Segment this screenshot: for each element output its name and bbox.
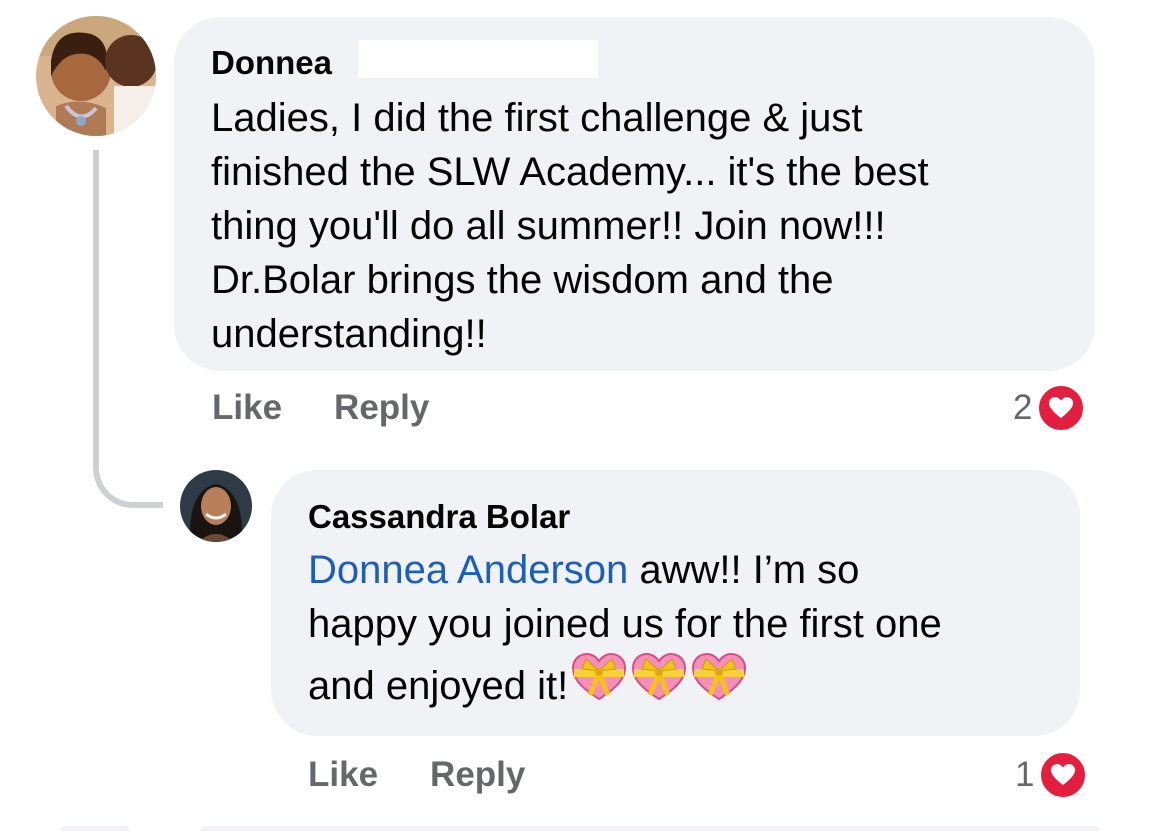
thread-connector-line — [93, 150, 163, 508]
reply-button[interactable]: Reply — [430, 755, 525, 795]
reaction-count: 1 — [1015, 755, 1035, 794]
avatar-photo — [180, 470, 252, 542]
heart-icon — [1036, 383, 1087, 433]
reply-text-line: Donnea Anderson aww!! I’m so — [308, 543, 1044, 597]
heart-icon — [1038, 750, 1089, 800]
comment-text-line: understanding!! — [211, 312, 487, 356]
reply-author-name[interactable]: Cassandra Bolar — [308, 497, 1044, 537]
reaction-summary[interactable]: 1 — [1015, 750, 1089, 800]
next-comment-bubble-edge — [200, 826, 1100, 831]
comment-text-line: thing you'll do all summer!! Join now!!! — [211, 204, 886, 248]
like-button[interactable]: Like — [308, 755, 378, 795]
heart-with-ribbon-emoji — [630, 651, 688, 725]
reply-text-segment: aww!! I’m so — [628, 548, 860, 592]
comment-text-line: Dr.Bolar brings the wisdom and the — [211, 258, 834, 302]
reply-bubble: Cassandra Bolar Donnea Anderson aww!! I’… — [271, 470, 1080, 736]
mention-link[interactable]: Donnea Anderson — [308, 548, 628, 592]
comment-bubble: Donnea Ladies, I did the first challenge… — [174, 17, 1095, 371]
reply-button[interactable]: Reply — [334, 388, 429, 428]
reply-text-line: happy you joined us for the first one — [308, 602, 942, 646]
replier-avatar[interactable] — [180, 470, 252, 542]
comment-text-line: finished the SLW Academy... it's the bes… — [211, 150, 929, 194]
comment-author-name[interactable]: Donnea — [211, 43, 1059, 83]
heart-with-ribbon-emoji — [570, 651, 628, 725]
comment-text: Ladies, I did the first challenge & just… — [211, 91, 1059, 361]
avatar-photo — [36, 16, 156, 136]
reaction-count: 2 — [1013, 388, 1033, 427]
reply-actions: Like Reply — [308, 755, 525, 795]
reply-text: Donnea Anderson aww!! I’m so happy you j… — [308, 543, 1044, 725]
redacted-name-block — [358, 40, 598, 78]
next-comment-avatar-edge — [60, 826, 130, 831]
commenter-avatar[interactable] — [36, 16, 156, 136]
reply-text-segment: and enjoyed it! — [308, 664, 569, 708]
comment-text-line: Ladies, I did the first challenge & just — [211, 96, 863, 140]
reply-text-line: and enjoyed it! — [308, 651, 1044, 725]
comment-actions: Like Reply — [212, 388, 429, 428]
like-button[interactable]: Like — [212, 388, 282, 428]
heart-with-ribbon-emoji — [690, 651, 748, 725]
reaction-summary[interactable]: 2 — [1013, 383, 1087, 433]
